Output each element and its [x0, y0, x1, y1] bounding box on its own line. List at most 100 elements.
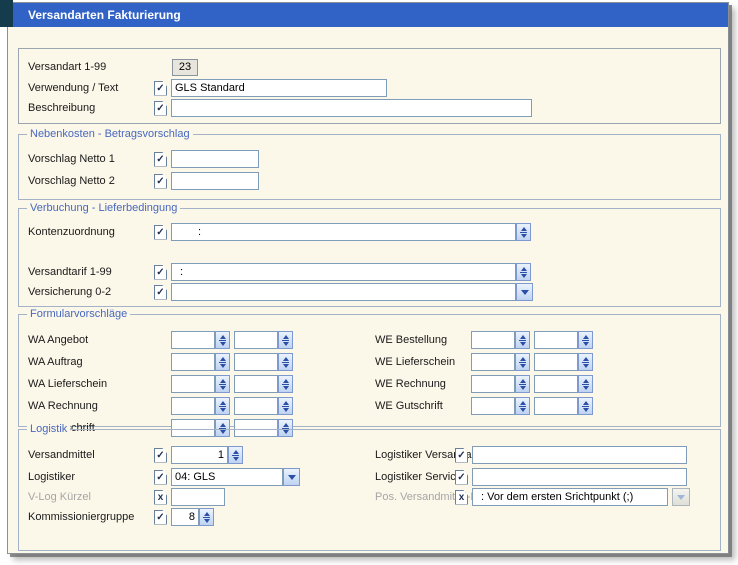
form-spinner-input[interactable] [171, 353, 215, 371]
versandtarif-toggle-checkbox[interactable]: ✓ [154, 265, 167, 280]
form-spinner-input[interactable] [534, 375, 578, 393]
spinner-button[interactable] [578, 353, 593, 371]
spinner-button[interactable] [215, 375, 230, 393]
vlog-kuerzel-label: V-Log Kürzel [28, 491, 154, 503]
spinner-up-icon [220, 379, 226, 383]
form-spinner-input[interactable] [534, 353, 578, 371]
vorschlag-netto-1-toggle-checkbox[interactable]: ✓ [154, 152, 167, 167]
versandtarif-spinner-button[interactable] [516, 263, 531, 281]
versandmittel-spinner-input[interactable] [171, 446, 228, 464]
vlog-kuerzel-input[interactable] [171, 488, 225, 506]
beschreibung-toggle-checkbox[interactable]: ✓ [154, 101, 167, 116]
kontenzuordnung-spinner-button[interactable] [516, 223, 531, 241]
form-spinner-input[interactable] [234, 353, 278, 371]
vlog-kuerzel-exclude-checkbox[interactable]: x [154, 490, 167, 505]
kontenzuordnung-toggle-checkbox[interactable]: ✓ [154, 225, 167, 240]
spinner-button[interactable] [515, 375, 530, 393]
pos-versandmittel-kz-dropdown-button [672, 488, 690, 506]
we-gutschrift-row: WE Gutschrift [375, 397, 593, 415]
logistiker-label: Logistiker [28, 471, 154, 483]
versicherung-select[interactable] [171, 283, 516, 301]
wa-rechnung-row: WA Rechnung [28, 397, 293, 415]
check-icon: ✓ [156, 155, 164, 165]
verwendung-toggle-checkbox[interactable]: ✓ [154, 81, 167, 96]
versandtarif-label: Versandtarif 1-99 [28, 266, 154, 278]
versicherung-toggle-checkbox[interactable]: ✓ [154, 285, 167, 300]
vorschlag-netto-1-label: Vorschlag Netto 1 [28, 153, 154, 165]
versandart-number-field[interactable]: 23 [172, 59, 198, 76]
spinner-divider [282, 384, 289, 385]
spinner-down-icon [283, 386, 289, 390]
dialog-titlebar[interactable]: Versandarten Fakturierung [8, 3, 728, 27]
verwendung-label: Verwendung / Text [28, 82, 154, 94]
spinner-button[interactable] [278, 397, 293, 415]
spinner-up-icon [204, 512, 210, 516]
form-spinner-input[interactable] [171, 375, 215, 393]
spinner-button[interactable] [515, 331, 530, 349]
logistiker-service-input[interactable] [472, 468, 687, 486]
pos-versandmittel-kz-row: Pos. Versandmittel-KZ x [375, 488, 690, 506]
spinner-down-icon [583, 364, 589, 368]
kommissioniergruppe-spinner-input[interactable] [171, 508, 199, 526]
form-spinner-input[interactable] [471, 375, 515, 393]
wa-auftrag-label: WA Auftrag [28, 356, 171, 368]
spinner-button[interactable] [278, 331, 293, 349]
logistiker-service-toggle-checkbox[interactable]: ✓ [455, 470, 468, 485]
versandart-label: Versandart 1-99 [28, 61, 154, 73]
spinner-up-icon [220, 423, 226, 427]
verwendung-text-input[interactable] [171, 79, 387, 97]
form-spinner-input[interactable] [471, 353, 515, 371]
pos-versandmittel-kz-select[interactable] [472, 488, 668, 506]
check-icon: ✓ [156, 228, 164, 238]
form-spinner-input[interactable] [171, 331, 215, 349]
spinner-button[interactable] [215, 353, 230, 371]
form-spinner-input[interactable] [471, 331, 515, 349]
kommissioniergruppe-toggle-checkbox[interactable]: ✓ [154, 510, 167, 525]
versandtarif-select[interactable] [171, 263, 516, 281]
spinner-button[interactable] [578, 331, 593, 349]
check-icon: ✓ [156, 104, 164, 114]
spinner-up-icon [233, 450, 239, 454]
spinner-down-icon [283, 364, 289, 368]
spinner-button[interactable] [578, 397, 593, 415]
form-spinner-input[interactable] [234, 397, 278, 415]
spinner-up-icon [521, 227, 527, 231]
spinner-button[interactable] [215, 331, 230, 349]
vorschlag-netto-2-input[interactable] [171, 172, 259, 190]
spinner-button[interactable] [515, 397, 530, 415]
kontenzuordnung-select[interactable] [171, 223, 516, 241]
beschreibung-input[interactable] [171, 99, 532, 117]
spinner-down-icon [520, 386, 526, 390]
spinner-button[interactable] [278, 353, 293, 371]
form-spinner-input[interactable] [534, 331, 578, 349]
form-spinner-input[interactable] [471, 397, 515, 415]
form-spinner-input[interactable] [171, 397, 215, 415]
logistiker-versandart-input[interactable] [472, 446, 687, 464]
versandmittel-toggle-checkbox[interactable]: ✓ [154, 448, 167, 463]
logistiker-select[interactable] [171, 468, 283, 486]
logistiker-toggle-checkbox[interactable]: ✓ [154, 470, 167, 485]
check-icon: ✓ [156, 451, 164, 461]
pos-versandmittel-kz-label: Pos. Versandmittel-KZ [375, 491, 455, 503]
versicherung-dropdown-button[interactable] [516, 283, 533, 301]
logistiker-versandart-row: Logistiker Versandart ✓ [375, 446, 687, 464]
versandmittel-spinner-button[interactable] [228, 446, 243, 464]
check-icon: ✓ [156, 288, 164, 298]
form-spinner-input[interactable] [234, 375, 278, 393]
spinner-button[interactable] [215, 397, 230, 415]
spinner-button[interactable] [515, 353, 530, 371]
vorschlag-netto-1-input[interactable] [171, 150, 259, 168]
form-spinner-input[interactable] [234, 331, 278, 349]
check-icon: ✓ [156, 268, 164, 278]
logistiker-dropdown-button[interactable] [283, 468, 300, 486]
form-spinner-input[interactable] [534, 397, 578, 415]
vorschlag-netto-2-row: Vorschlag Netto 2 ✓ [28, 172, 259, 190]
spinner-button[interactable] [278, 375, 293, 393]
we-lieferschein-row: WE Lieferschein [375, 353, 593, 371]
we-bestellung-row: WE Bestellung [375, 331, 593, 349]
vorschlag-netto-2-toggle-checkbox[interactable]: ✓ [154, 174, 167, 189]
check-icon: ✓ [457, 473, 465, 483]
spinner-button[interactable] [578, 375, 593, 393]
kommissioniergruppe-spinner-button[interactable] [199, 508, 214, 526]
spinner-divider [232, 455, 239, 456]
